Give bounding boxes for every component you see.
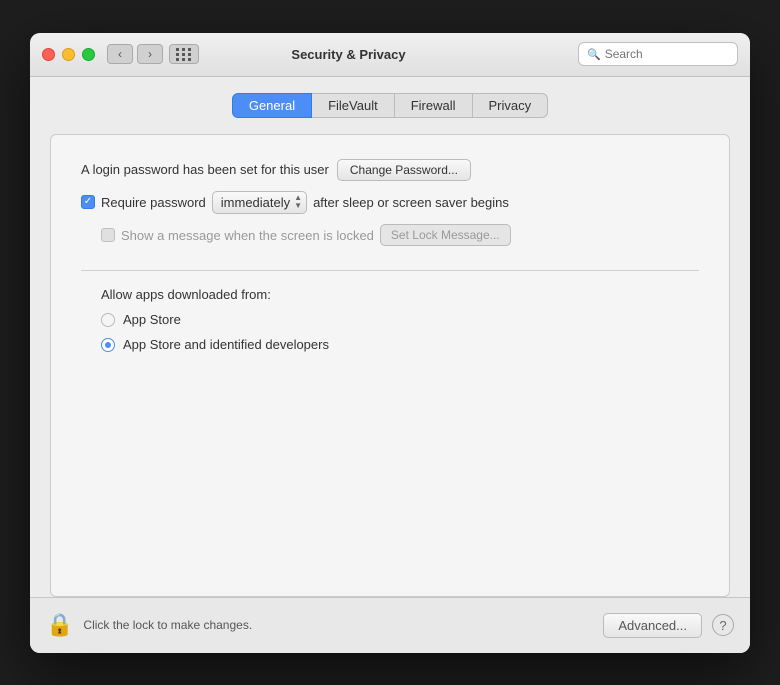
minimize-button[interactable] xyxy=(62,48,75,61)
change-password-button[interactable]: Change Password... xyxy=(337,159,471,181)
dropdown-value: immediately xyxy=(221,195,290,210)
allow-apps-label: Allow apps downloaded from: xyxy=(101,287,699,302)
after-sleep-text: after sleep or screen saver begins xyxy=(313,195,509,210)
set-lock-message-button[interactable]: Set Lock Message... xyxy=(380,224,511,246)
tab-privacy[interactable]: Privacy xyxy=(473,93,549,118)
app-store-identified-label: App Store and identified developers xyxy=(123,337,329,352)
titlebar: ‹ › Security & Privacy 🔍 xyxy=(30,33,750,77)
content-area: General FileVault Firewall Privacy A log… xyxy=(30,77,750,597)
close-button[interactable] xyxy=(42,48,55,61)
dropdown-arrows-icon: ▲ ▼ xyxy=(294,194,302,212)
main-panel: A login password has been set for this u… xyxy=(50,134,730,597)
allow-apps-section: Allow apps downloaded from: App Store Ap… xyxy=(81,287,699,352)
app-store-identified-radio-row: App Store and identified developers xyxy=(101,337,699,352)
app-store-radio[interactable] xyxy=(101,313,115,327)
password-section: A login password has been set for this u… xyxy=(81,159,699,247)
app-store-label: App Store xyxy=(123,312,181,327)
tab-general[interactable]: General xyxy=(232,93,312,118)
search-bar[interactable]: 🔍 xyxy=(578,42,738,66)
advanced-button[interactable]: Advanced... xyxy=(603,613,702,638)
login-password-text: A login password has been set for this u… xyxy=(81,162,329,177)
tab-firewall[interactable]: Firewall xyxy=(395,93,473,118)
lock-icon[interactable]: 🔒 xyxy=(46,612,73,638)
require-password-label: Require password xyxy=(101,195,206,210)
maximize-button[interactable] xyxy=(82,48,95,61)
traffic-lights xyxy=(42,48,95,61)
lock-text: Click the lock to make changes. xyxy=(83,618,593,632)
section-divider xyxy=(81,270,699,271)
require-password-row: ✓ Require password immediately ▲ ▼ after… xyxy=(81,191,699,215)
help-button[interactable]: ? xyxy=(712,614,734,636)
radio-selected-indicator xyxy=(105,342,111,348)
password-row: A login password has been set for this u… xyxy=(81,159,699,181)
lock-message-row: Show a message when the screen is locked… xyxy=(101,224,699,246)
search-input[interactable] xyxy=(605,47,729,61)
bottom-bar: 🔒 Click the lock to make changes. Advanc… xyxy=(30,597,750,653)
show-message-checkbox[interactable] xyxy=(101,228,115,242)
require-password-checkbox[interactable]: ✓ xyxy=(81,195,95,209)
main-window: ‹ › Security & Privacy 🔍 General FileVau… xyxy=(30,33,750,653)
checkmark-icon: ✓ xyxy=(84,197,92,207)
tab-filevault[interactable]: FileVault xyxy=(312,93,395,118)
window-title: Security & Privacy xyxy=(119,47,578,62)
app-store-radio-row: App Store xyxy=(101,312,699,327)
immediately-dropdown[interactable]: immediately ▲ ▼ xyxy=(212,191,307,215)
search-icon: 🔍 xyxy=(587,48,601,61)
app-store-identified-radio[interactable] xyxy=(101,338,115,352)
tabs-row: General FileVault Firewall Privacy xyxy=(50,93,730,118)
show-message-label: Show a message when the screen is locked xyxy=(121,228,374,243)
